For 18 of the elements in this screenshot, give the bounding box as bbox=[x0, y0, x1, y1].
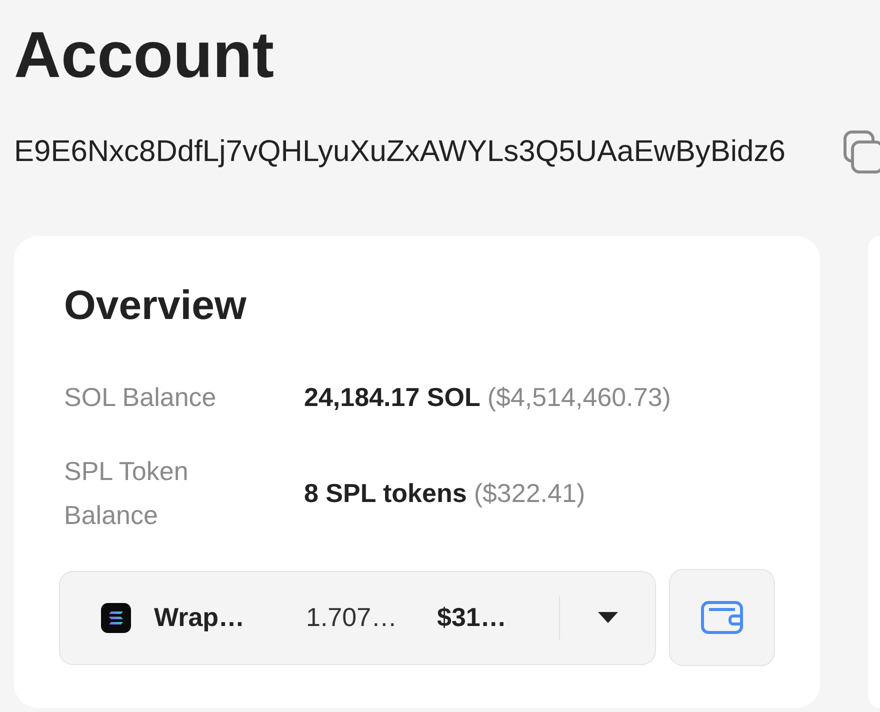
fiat-value: ($322.41) bbox=[474, 477, 586, 510]
balance-label: SOL Balance bbox=[64, 381, 216, 414]
token-name: Wrap… bbox=[154, 602, 245, 632]
fiat-value: ($4,514,460.73) bbox=[487, 381, 671, 414]
token-amount: 1.707… bbox=[306, 602, 398, 632]
account-address: E9E6Nxc8DdfLj7vQHLyuXuZxAWYLs3Q5UAaEwByBidz6 bbox=[14, 134, 786, 170]
copy-icon[interactable] bbox=[843, 130, 880, 174]
card-title: Overview bbox=[63, 281, 246, 330]
balance-amount: 24,184.17 SOL bbox=[304, 381, 480, 414]
caret-icon bbox=[598, 612, 618, 623]
token-logo-icon bbox=[101, 602, 131, 632]
token-value: $31… bbox=[437, 602, 506, 632]
wallet-icon bbox=[701, 601, 743, 634]
token-selector[interactable]: Wrap… 1.707… $31… bbox=[59, 570, 656, 664]
wallet-button[interactable] bbox=[669, 569, 775, 666]
balance-amount: 8 SPL tokens bbox=[304, 477, 467, 510]
balance-label: SPL Token Balance bbox=[64, 455, 190, 532]
page-title: Account bbox=[14, 18, 274, 92]
